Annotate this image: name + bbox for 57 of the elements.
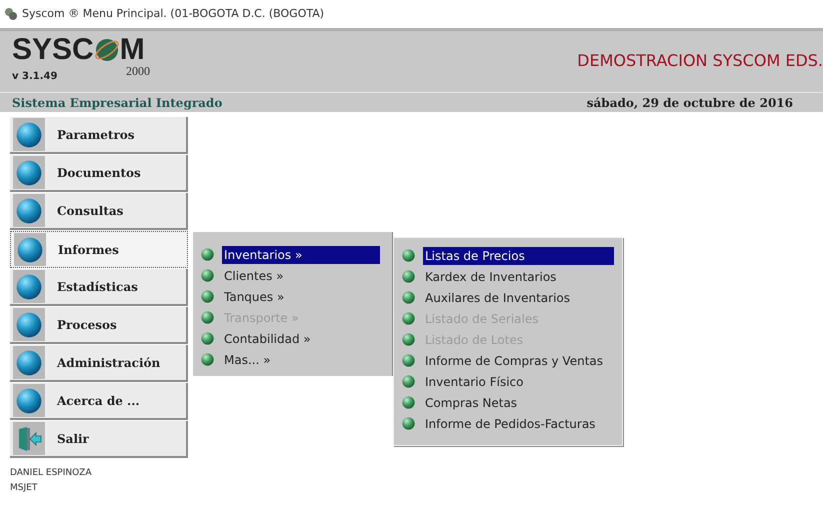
globe-icon: [16, 312, 42, 338]
system-subtitle: Sistema Empresarial Integrado: [12, 94, 222, 112]
globe-icon: [201, 290, 214, 303]
globe-icon: [201, 248, 214, 261]
database-name: MSJET: [10, 482, 38, 494]
globe-icon: [402, 270, 415, 283]
app-icon: [4, 7, 18, 21]
main-menu-button[interactable]: Estadísticas: [10, 269, 188, 306]
menu-item[interactable]: Listas de Precios: [423, 246, 614, 264]
globe-icon: [402, 333, 415, 346]
globe-icon: [16, 160, 42, 186]
logo-text: SYSC: [12, 35, 94, 65]
exit-door-icon: [16, 426, 42, 452]
globe-icon: [201, 332, 214, 345]
logo-text: M: [120, 35, 145, 65]
main-menu-button[interactable]: Acerca de ...: [10, 383, 188, 420]
globe-icon: [17, 236, 43, 262]
globe-icon: [402, 291, 415, 304]
menu-item[interactable]: Kardex de Inventarios: [423, 268, 614, 286]
globe-icon: [16, 198, 42, 224]
globe-icon: [402, 375, 415, 388]
logo-year: 2000: [126, 65, 150, 80]
main-menu-button[interactable]: Parametros: [10, 117, 188, 154]
menu-item[interactable]: Inventarios »: [222, 246, 380, 264]
main-menu-button[interactable]: Informes: [10, 231, 188, 268]
company-name: DEMOSTRACION SYSCOM EDS.: [577, 50, 823, 72]
globe-icon: [402, 354, 415, 367]
globe-icon: [16, 350, 42, 376]
version-label: v 3.1.49: [12, 70, 58, 84]
date-label: sábado, 29 de octubre de 2016: [586, 94, 793, 112]
globe-icon: [402, 417, 415, 430]
main-menu-button[interactable]: Consultas: [10, 193, 188, 230]
menu-item[interactable]: Compras Netas: [423, 394, 614, 412]
globe-icon: [16, 274, 42, 300]
menu-item[interactable]: Informe de Pedidos-Facturas: [423, 414, 614, 432]
globe-icon: [201, 353, 214, 366]
globe-icon: [201, 311, 214, 324]
user-name: DANIEL ESPINOZA: [10, 467, 92, 480]
menu-item[interactable]: Inventario Físico: [423, 372, 614, 390]
main-menu-button[interactable]: Procesos: [10, 307, 188, 344]
globe-icon: [402, 249, 415, 262]
menu-item[interactable]: Tanques »: [222, 288, 380, 306]
menu-item[interactable]: Mas... »: [222, 350, 380, 368]
globe-icon: [16, 388, 42, 414]
main-menu-button[interactable]: Salir: [10, 421, 188, 458]
menu-item[interactable]: Clientes »: [222, 266, 380, 284]
main-menu-button[interactable]: Administración: [10, 345, 188, 382]
globe-icon: [402, 312, 415, 325]
menu-item[interactable]: Informe de Compras y Ventas: [423, 352, 614, 370]
window-title: Syscom ® Menu Principal. (01-BOGOTA D.C. (BOGOTA): [22, 6, 324, 22]
globe-icon: [201, 269, 214, 282]
globe-icon: [402, 396, 415, 409]
main-menu-button[interactable]: Documentos: [10, 155, 188, 192]
globe-icon: [16, 122, 42, 148]
logo-globe-icon: [94, 37, 120, 63]
menu-item[interactable]: Auxilares de Inventarios: [423, 288, 614, 306]
menu-item[interactable]: Contabilidad »: [222, 330, 380, 348]
